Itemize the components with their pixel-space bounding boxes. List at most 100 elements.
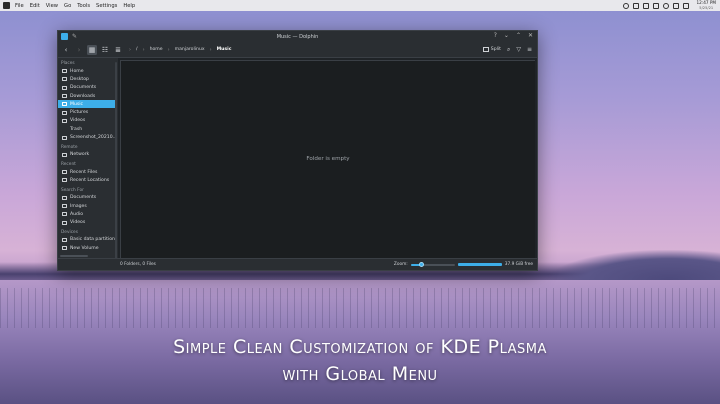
breadcrumb: › / › home › manjarolinux › Music (129, 47, 231, 53)
sidebar-item-home[interactable]: Home (58, 67, 118, 75)
sidebar-item-label: Audio (70, 211, 84, 217)
clipboard-icon[interactable] (633, 2, 640, 9)
details-view-icon[interactable]: ≣ (113, 45, 123, 55)
toolbar: ‹ › ▦ ☷ ≣ › / › home › manjarolinux › Mu… (58, 42, 537, 58)
breadcrumb-sep: › (167, 46, 170, 53)
breadcrumb-current[interactable]: Music (217, 47, 232, 52)
sidebar-item-trash[interactable]: Trash (58, 125, 118, 133)
recent-locations-icon (62, 178, 67, 183)
sidebar-item-network[interactable]: Network (58, 151, 118, 159)
sidebar-item-documents[interactable]: Documents (58, 84, 118, 92)
caption-line-1: Simple Clean Customization of KDE Plasma (173, 336, 547, 358)
sidebar-item-label: Pictures (70, 110, 89, 116)
documents-icon (62, 85, 67, 90)
sidebar-item-desktop[interactable]: Desktop (58, 75, 118, 83)
videos-icon (62, 220, 67, 225)
maximize-button[interactable]: ⌃ (516, 32, 521, 39)
breadcrumb-sep: › (142, 46, 145, 53)
menu-tools[interactable]: Tools (77, 3, 90, 9)
status-summary: 0 Folders, 0 Files (120, 262, 156, 267)
sidebar-item-recent-locations[interactable]: Recent Locations (58, 176, 118, 184)
network-icon (62, 152, 67, 157)
icons-view-icon[interactable]: ▦ (87, 44, 97, 55)
battery-icon[interactable] (673, 2, 680, 9)
images-icon (62, 204, 67, 208)
sidebar-item-label: Recent Files (70, 169, 98, 175)
sidebar-item-downloads[interactable]: Downloads (58, 92, 118, 100)
sidebar-item-label: Home (70, 68, 84, 74)
desktop-icon (62, 77, 67, 82)
free-space-label: 37.9 GiB free (504, 262, 533, 267)
sidebar-item-label: Network (70, 152, 90, 158)
places-panel: Places Home Desktop Documents Downloads … (58, 58, 118, 259)
compact-view-icon[interactable]: ☷ (100, 45, 110, 55)
window-title: Music — Dolphin (276, 33, 319, 40)
sidebar-item-label: Documents (70, 195, 97, 201)
sidebar-item-label: Recent Locations (70, 177, 110, 183)
system-tray: 12:47 PM 5/25/21 (623, 0, 716, 11)
home-icon (62, 69, 67, 74)
sidebar-item-search-videos[interactable]: Videos (58, 218, 118, 226)
sidebar-item-label: Basic data partition (70, 237, 115, 243)
sidebar-item-basic-data-partition[interactable]: Basic data partition (58, 236, 118, 244)
sidebar-item-label: Screenshot_20210... (70, 135, 118, 141)
breadcrumb-user[interactable]: manjarolinux (175, 47, 205, 52)
menu-edit[interactable]: Edit (30, 3, 40, 9)
empty-folder-message: Folder is empty (306, 156, 350, 162)
digital-clock[interactable]: 12:47 PM 5/25/21 (696, 0, 716, 10)
trash-icon (62, 127, 67, 131)
sidebar-item-label: Documents (70, 85, 97, 91)
sidebar-item-music[interactable]: Music (58, 100, 115, 109)
back-arrow-icon[interactable]: ‹ (61, 45, 71, 55)
menu-settings[interactable]: Settings (96, 3, 117, 9)
sidebar-scrollbar[interactable] (115, 62, 117, 259)
distant-hill (550, 250, 720, 280)
videos-icon (62, 118, 67, 123)
filter-icon[interactable]: ▽ (516, 46, 521, 53)
wifi-icon[interactable] (663, 2, 670, 9)
drive-icon (62, 237, 67, 242)
breadcrumb-root[interactable]: / (136, 47, 138, 52)
app-menu-icon[interactable] (3, 2, 10, 9)
sidebar-item-search-images[interactable]: Images (58, 202, 118, 210)
updates-icon[interactable] (623, 2, 630, 9)
menu-file[interactable]: File (15, 3, 24, 9)
split-button[interactable]: Split (482, 47, 501, 52)
file-view[interactable]: Folder is empty (120, 60, 535, 259)
window-titlebar[interactable]: ✎ Music — Dolphin ? ⌄ ⌃ ✕ (58, 31, 537, 42)
sidebar-item-recent-files[interactable]: Recent Files (58, 168, 118, 176)
sidebar-item-search-documents[interactable]: Documents (58, 194, 118, 202)
sidebar-item-search-audio[interactable]: Audio (58, 210, 118, 218)
drive-icon (62, 246, 67, 251)
sidebar-item-screenshot[interactable]: Screenshot_20210... (58, 133, 118, 141)
sidebar-item-videos[interactable]: Videos (58, 117, 118, 125)
sidebar-item-label: Desktop (70, 76, 89, 82)
recent-files-icon (62, 170, 67, 175)
split-icon (482, 47, 489, 52)
zoom-slider-handle[interactable] (419, 261, 425, 267)
zoom-slider[interactable] (410, 261, 455, 267)
sidebar-item-new-volume[interactable]: New Volume (58, 244, 118, 252)
hamburger-menu-icon[interactable]: ≡ (527, 46, 532, 53)
breadcrumb-home[interactable]: home (150, 47, 163, 52)
status-bar: 0 Folders, 0 Files Zoom: 37.9 GiB free (58, 258, 537, 270)
menu-view[interactable]: View (46, 3, 58, 9)
sidebar-item-pictures[interactable]: Pictures (58, 108, 118, 116)
search-icon[interactable]: ⌕ (507, 46, 510, 54)
minimize-button[interactable]: ⌄ (504, 32, 509, 39)
caption-line-2: with Global Menu (282, 363, 438, 385)
menu-help[interactable]: Help (123, 3, 135, 9)
forward-arrow-icon[interactable]: › (74, 45, 84, 55)
display-icon[interactable] (643, 2, 650, 9)
music-icon (62, 102, 67, 107)
free-space-bar[interactable] (457, 263, 502, 266)
help-button[interactable]: ? (494, 32, 497, 39)
notifications-icon[interactable] (683, 2, 690, 9)
sidebar-horizontal-scrollbar[interactable] (60, 255, 88, 257)
close-button[interactable]: ✕ (528, 32, 533, 39)
top-panel: File Edit View Go Tools Settings Help 12… (0, 0, 720, 11)
sidebar-item-label: Downloads (70, 93, 96, 99)
menu-go[interactable]: Go (64, 3, 71, 9)
downloads-icon (62, 94, 67, 99)
volume-icon[interactable] (653, 2, 660, 9)
